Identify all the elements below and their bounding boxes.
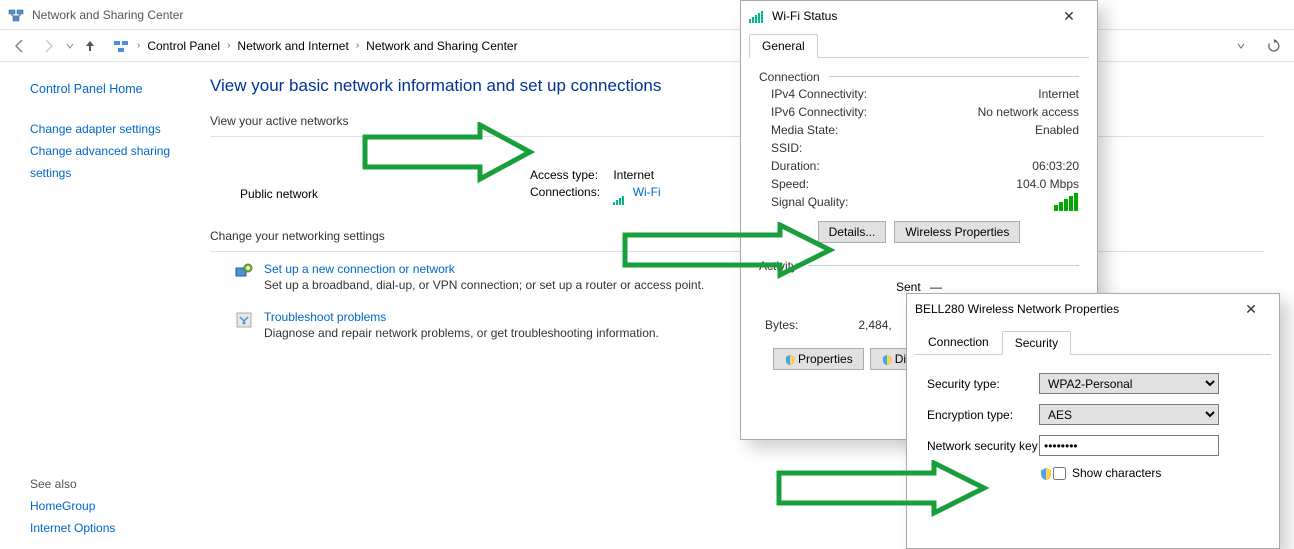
media-state-label: Media State:: [771, 121, 838, 139]
signal-quality-label: Signal Quality:: [771, 193, 848, 211]
troubleshoot-link[interactable]: Troubleshoot problems: [264, 310, 386, 324]
ipv4-value: Internet: [1038, 85, 1079, 103]
security-key-input[interactable]: [1039, 435, 1219, 456]
bytes-label: Bytes:: [765, 316, 798, 334]
show-characters-checkbox[interactable]: [1053, 467, 1066, 480]
homegroup-link[interactable]: HomeGroup: [30, 495, 115, 517]
panel-title: View your basic network information and …: [210, 76, 1264, 96]
ipv4-label: IPv4 Connectivity:: [771, 85, 867, 103]
wifi-status-title: Wi-Fi Status: [772, 9, 837, 23]
refresh-button[interactable]: [1262, 34, 1286, 58]
arrow-annotation-1: [360, 122, 540, 202]
navbar: › Control Panel › Network and Internet ›…: [0, 30, 1294, 62]
change-adapter-link[interactable]: Change adapter settings: [30, 118, 210, 140]
duration-value: 06:03:20: [1032, 157, 1079, 175]
network-type-label: Public network: [240, 187, 318, 201]
duration-label: Duration:: [771, 157, 820, 175]
breadcrumb-dropdown[interactable]: [1233, 39, 1249, 53]
arrow-annotation-3: [774, 460, 994, 530]
connection-section-label: Connection: [759, 70, 1079, 84]
network-center-icon: [8, 7, 24, 23]
troubleshoot-icon: [234, 310, 254, 330]
tab-general[interactable]: General: [749, 34, 818, 58]
encryption-type-select[interactable]: AES: [1039, 404, 1219, 425]
props-title: BELL280 Wireless Network Properties: [915, 302, 1119, 316]
sent-label: Sent: [896, 280, 921, 294]
show-characters-label[interactable]: Show characters: [1072, 466, 1161, 480]
control-panel-home-link[interactable]: Control Panel Home: [30, 82, 210, 96]
breadcrumb-separator: ›: [354, 40, 361, 51]
history-dropdown[interactable]: [64, 34, 76, 58]
internet-options-link[interactable]: Internet Options: [30, 517, 115, 539]
change-advanced-sharing-link[interactable]: Change advanced sharing settings: [30, 140, 210, 184]
setup-connection-icon: [234, 262, 254, 282]
titlebar: Network and Sharing Center: [0, 0, 1294, 30]
tab-connection[interactable]: Connection: [915, 330, 1002, 354]
breadcrumb-control-panel[interactable]: Control Panel: [144, 37, 223, 55]
ipv6-value: No network access: [978, 103, 1079, 121]
connections-label: Connections:: [530, 184, 610, 201]
props-titlebar: BELL280 Wireless Network Properties ✕: [907, 294, 1279, 324]
close-button[interactable]: ✕: [1231, 295, 1271, 323]
wifi-signal-icon: [613, 188, 627, 198]
breadcrumb-icon: [113, 38, 129, 54]
wifi-signal-icon: [749, 9, 764, 23]
wifi-status-titlebar: Wi-Fi Status ✕: [741, 1, 1097, 31]
breadcrumb-network-internet[interactable]: Network and Internet: [234, 37, 351, 55]
security-type-label: Security type:: [927, 377, 1039, 391]
troubleshoot-desc: Diagnose and repair network problems, or…: [264, 326, 659, 340]
bytes-sent-value: 2,484,: [858, 316, 891, 334]
network-info: Access type: Internet Connections: Wi-Fi: [530, 167, 661, 201]
speed-value: 104.0 Mbps: [1016, 175, 1079, 193]
arrow-annotation-2: [620, 222, 840, 292]
access-type-value: Internet: [613, 168, 654, 182]
shield-icon: [784, 354, 796, 366]
wifi-connection-link[interactable]: Wi-Fi: [633, 185, 661, 199]
shield-icon: [881, 354, 893, 366]
setup-connection-link[interactable]: Set up a new connection or network: [264, 262, 455, 276]
ssid-label: SSID:: [771, 139, 802, 157]
breadcrumb-separator: ›: [225, 40, 232, 51]
breadcrumb-network-sharing[interactable]: Network and Sharing Center: [363, 37, 520, 55]
security-type-select[interactable]: WPA2-Personal: [1039, 373, 1219, 394]
up-button[interactable]: [80, 36, 100, 56]
window-title: Network and Sharing Center: [32, 8, 183, 22]
sidebar: Control Panel Home Change adapter settin…: [0, 62, 210, 549]
back-button[interactable]: [8, 34, 32, 58]
properties-button[interactable]: Properties: [773, 348, 864, 370]
media-state-value: Enabled: [1035, 121, 1079, 139]
close-button[interactable]: ✕: [1049, 2, 1089, 30]
ipv6-label: IPv6 Connectivity:: [771, 103, 867, 121]
encryption-type-label: Encryption type:: [927, 408, 1039, 422]
security-key-label: Network security key: [927, 439, 1039, 453]
speed-label: Speed:: [771, 175, 809, 193]
signal-quality-bars: [1054, 193, 1079, 211]
props-tabs: Connection Security: [915, 330, 1271, 355]
wifi-status-tabs: General: [749, 33, 1089, 58]
shield-icon: [1039, 467, 1051, 479]
wireless-properties-button[interactable]: Wireless Properties: [894, 221, 1020, 243]
forward-button[interactable]: [36, 34, 60, 58]
see-also-label: See also: [30, 477, 115, 491]
tab-security[interactable]: Security: [1002, 331, 1071, 355]
access-type-label: Access type:: [530, 167, 610, 184]
breadcrumb-separator: ›: [135, 40, 142, 51]
